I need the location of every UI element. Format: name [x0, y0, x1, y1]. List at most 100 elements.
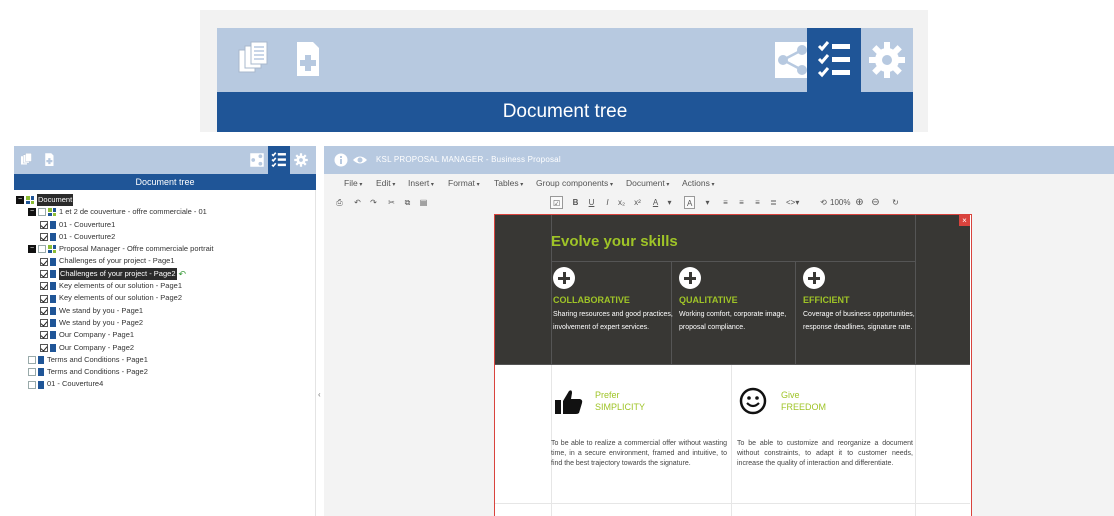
zoom-panel-title: Document tree [217, 92, 913, 132]
tree-node-label: 01 - Couverture2 [59, 231, 116, 241]
tree-node[interactable]: Terms and Conditions - Page1 [14, 354, 316, 366]
tree-checkbox[interactable] [28, 380, 36, 389]
underline-button[interactable]: U [586, 196, 597, 209]
tree-checkbox[interactable] [40, 306, 48, 315]
tree-node[interactable]: − Document [14, 194, 316, 207]
collapse-icon[interactable]: − [28, 245, 36, 254]
tree-node-label: Our Company - Page1 [59, 330, 135, 340]
tree-node[interactable]: We stand by you - Page2 [14, 317, 316, 329]
print-icon[interactable]: ⎙ [334, 196, 345, 209]
feature-collaborative: COLLABORATIVE Sharing resources and good… [553, 267, 673, 334]
menu-insert[interactable]: Insert [408, 178, 434, 188]
tree-node-label: 1 et 2 de couverture - offre commerciale… [59, 207, 207, 217]
plus-circle-icon [553, 267, 575, 289]
menu-edit[interactable]: Edit [376, 178, 395, 188]
feature-description: Sharing resources and good practices, in… [553, 311, 673, 331]
cut-icon[interactable]: ✂ [386, 196, 397, 209]
tree-node[interactable]: 01 - Couverture4 [14, 378, 316, 390]
tree-node[interactable]: Our Company - Page1 [14, 329, 316, 341]
document-page[interactable]: Evolve your skills × COLLABORATIVE Shari… [494, 214, 972, 516]
tree-node[interactable]: − Proposal Manager - Offre commerciale po… [14, 243, 316, 255]
background-color-button[interactable]: A [684, 196, 696, 209]
menu-tables[interactable]: Tables [494, 178, 523, 188]
menu-actions[interactable]: Actions [682, 178, 715, 188]
source-code-icon[interactable]: <>▾ [786, 196, 799, 209]
subscript-icon[interactable]: x₂ [616, 196, 627, 209]
document-tree-tab[interactable] [268, 146, 290, 174]
documents-icon[interactable] [231, 36, 279, 84]
font-color-button[interactable]: A [650, 196, 661, 209]
tree-node[interactable]: − 1 et 2 de couverture - offre commercial… [14, 206, 316, 218]
tree-node[interactable]: Key elements of our solution - Page2 [14, 292, 316, 304]
eye-icon[interactable] [352, 153, 368, 167]
info-icon[interactable] [334, 153, 348, 167]
tree-checkbox[interactable] [40, 220, 48, 229]
zoom-reset-icon[interactable]: ⟲ [818, 196, 829, 209]
align-right-icon[interactable]: ≡ [752, 196, 763, 209]
justify-icon[interactable]: ≣ [768, 196, 779, 209]
collapse-icon[interactable]: − [28, 208, 36, 217]
gear-icon[interactable] [292, 151, 310, 169]
tree-checkbox[interactable] [38, 245, 46, 254]
documents-icon[interactable] [18, 151, 36, 169]
redo-icon[interactable]: ↷ [368, 196, 379, 209]
tree-node[interactable]: 01 - Couverture1 [14, 219, 316, 231]
zoom-out-icon[interactable]: ⊖ [870, 196, 881, 209]
italic-button[interactable]: I [602, 196, 613, 209]
undo-icon[interactable]: ↶ [352, 196, 363, 209]
copy-icon[interactable]: ⧉ [402, 196, 413, 209]
menu-format[interactable]: Format [448, 178, 480, 188]
zoom-value: 100% [830, 198, 851, 207]
menu-file[interactable]: File [344, 178, 362, 188]
tree-checkbox[interactable] [40, 331, 48, 340]
tree-checkbox[interactable] [40, 319, 48, 328]
tree-checkbox[interactable] [40, 269, 48, 278]
tree-checkbox[interactable] [28, 368, 36, 377]
font-color-dropdown-icon[interactable]: ▾ [664, 196, 675, 209]
align-center-icon[interactable]: ≡ [736, 196, 747, 209]
close-icon[interactable]: × [959, 215, 970, 226]
tree-node-label: We stand by you - Page1 [59, 305, 144, 315]
tree-checkbox[interactable] [40, 282, 48, 291]
tree-node-label: 01 - Couverture1 [59, 219, 116, 229]
tree-checkbox[interactable] [40, 257, 48, 266]
feature-description: Working comfort, corporate image, propos… [679, 311, 787, 331]
tree-node[interactable]: Terms and Conditions - Page2 [14, 366, 316, 378]
refresh-icon[interactable]: ↻ [890, 196, 901, 209]
page-icon [38, 368, 44, 377]
collapse-icon[interactable]: − [16, 196, 24, 205]
superscript-icon[interactable]: x² [632, 196, 643, 209]
tree-node[interactable]: Challenges of your project - Page1 [14, 255, 316, 267]
gear-icon[interactable] [863, 36, 911, 84]
document-tree-tab[interactable] [807, 28, 861, 92]
tree-checkbox[interactable] [40, 294, 48, 303]
add-document-icon[interactable] [283, 36, 331, 84]
tree-node[interactable]: 01 - Couverture2 [14, 231, 316, 243]
checkbox-format-icon[interactable]: ☑ [550, 196, 564, 209]
tree-node[interactable]: We stand by you - Page1 [14, 305, 316, 317]
menu-group-components[interactable]: Group components [536, 178, 613, 188]
background-color-dropdown-icon[interactable]: ▾ [702, 196, 713, 209]
tree-checkbox[interactable] [38, 208, 46, 217]
bold-button[interactable]: B [570, 196, 581, 209]
add-document-icon[interactable] [40, 151, 58, 169]
tree-node[interactable]: Challenges of your project - Page2 ↶ [14, 267, 316, 281]
tree-checkbox[interactable] [40, 343, 48, 352]
document-tree: − Document −1 et 2 de couverture - offre c… [14, 194, 316, 391]
align-left-icon[interactable]: ≡ [720, 196, 731, 209]
tree-checkbox[interactable] [40, 233, 48, 242]
share-icon[interactable] [248, 151, 266, 169]
move-arrow-icon[interactable]: ↶ [179, 268, 187, 280]
paste-icon[interactable]: ▤ [418, 196, 429, 209]
tree-node-label: Challenges of your project - Page2 [59, 267, 177, 281]
menu-document[interactable]: Document [626, 178, 669, 188]
collapse-panel-handle[interactable]: ‹ [318, 390, 321, 399]
left-toolbar [14, 146, 316, 174]
benefit-heading-line2: SIMPLICITY [595, 402, 646, 412]
zoom-toolbar [217, 28, 913, 92]
tree-node[interactable]: Our Company - Page2 [14, 342, 316, 354]
tree-node[interactable]: Key elements of our solution - Page1 [14, 280, 316, 292]
zoom-in-icon[interactable]: ⊕ [854, 196, 865, 209]
tree-checkbox[interactable] [28, 356, 36, 364]
section-icon [26, 196, 34, 205]
